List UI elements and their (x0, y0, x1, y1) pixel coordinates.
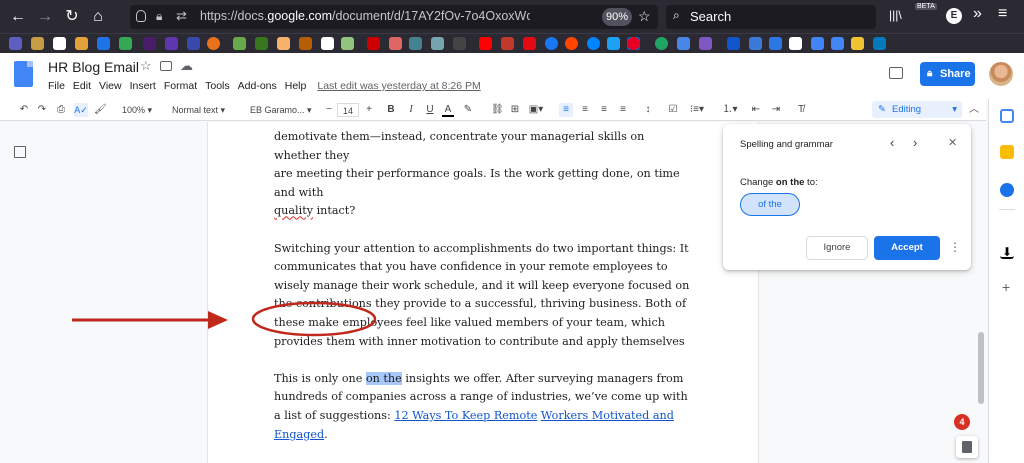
prompt-text: to: (804, 177, 818, 188)
annotation-circle (251, 301, 377, 337)
accept-button[interactable]: Accept (874, 236, 940, 260)
previous-suggestion-icon[interactable]: ‹ (890, 135, 894, 150)
prompt-text: Change (740, 177, 776, 188)
keep-icon[interactable] (1000, 145, 1014, 159)
explore-button[interactable] (956, 436, 978, 458)
more-options-icon[interactable]: ⋮ (949, 240, 961, 254)
suggestion-chip[interactable]: of the (740, 193, 800, 216)
close-icon[interactable]: ✕ (948, 136, 957, 149)
add-addon-icon[interactable]: + (1002, 279, 1010, 295)
next-suggestion-icon[interactable]: › (913, 135, 917, 150)
tasks-icon[interactable] (1000, 183, 1014, 197)
calendar-icon[interactable] (1000, 109, 1014, 123)
prompt-flagged-text: on the (775, 177, 805, 188)
spelling-card-title: Spelling and grammar (740, 139, 833, 150)
download-icon[interactable]: ⬇ (1000, 245, 1014, 259)
side-panel: ⬇ + (988, 99, 1024, 463)
ignore-button[interactable]: Ignore (806, 236, 868, 260)
arrow-head-icon (208, 311, 228, 329)
divider (999, 209, 1015, 210)
spelling-grammar-card: Spelling and grammar ‹ › ✕ Change on the… (723, 124, 971, 270)
explore-icon (962, 441, 972, 453)
suggestion-prompt: Change on the to: (740, 177, 818, 188)
notification-badge[interactable]: 4 (954, 414, 970, 430)
